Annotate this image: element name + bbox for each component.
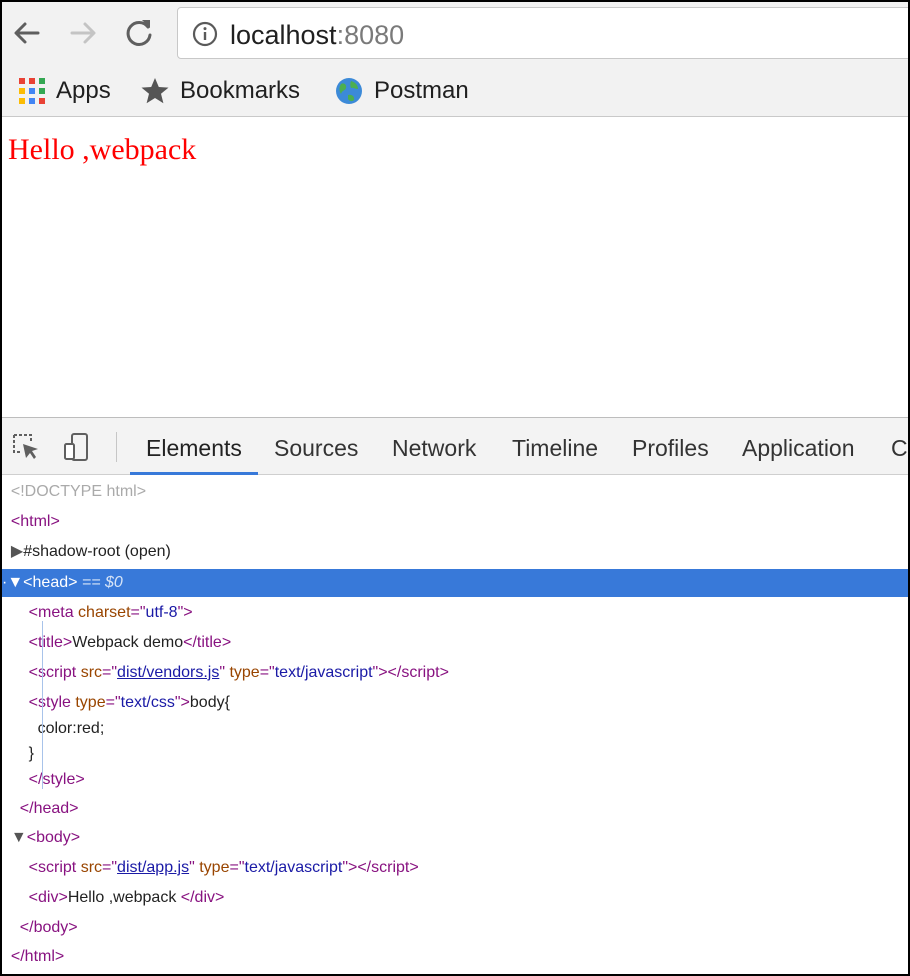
collapse-triangle-icon[interactable]: ▼	[11, 829, 27, 846]
dom-node-html-close[interactable]: </html>	[2, 943, 908, 971]
bookmark-label: Bookmarks	[180, 77, 301, 104]
dom-node-title[interactable]: <title>Webpack demo</title>	[2, 629, 908, 657]
url-host: localhost	[230, 20, 337, 50]
style-content-line: }	[28, 745, 35, 762]
inspect-element-icon[interactable]	[11, 432, 41, 462]
dom-node-head-close[interactable]: </head>	[2, 795, 908, 823]
reload-button[interactable]	[122, 16, 156, 50]
style-content-line: color:red;	[37, 720, 105, 737]
globe-icon	[336, 78, 362, 104]
browser-window: localhost:8080 Apps Bookmarks Postman He…	[0, 0, 910, 976]
tab-application[interactable]: Application	[742, 418, 855, 474]
bookmark-postman[interactable]: Postman	[334, 76, 469, 106]
expand-triangle-icon[interactable]: ▶	[11, 543, 23, 560]
dom-node-style[interactable]: <style type="text/css">body{	[2, 689, 908, 717]
browser-toolbar: localhost:8080	[2, 2, 908, 68]
tab-timeline[interactable]: Timeline	[512, 418, 598, 474]
tab-console-truncated[interactable]: C	[891, 418, 908, 474]
bookmark-label: Postman	[374, 77, 469, 104]
apps-grid-icon	[19, 78, 45, 104]
dom-node-meta[interactable]: <meta charset="utf-8">	[2, 599, 908, 627]
toolbar-separator	[116, 432, 117, 462]
tab-network[interactable]: Network	[392, 418, 476, 474]
dom-node-shadow-root[interactable]: ▶#shadow-root (open)	[2, 538, 908, 566]
dom-node-script-app[interactable]: <script src="dist/app.js" type="text/jav…	[2, 854, 908, 882]
bookmark-apps[interactable]: Apps	[18, 76, 111, 106]
script-src-link[interactable]: dist/vendors.js	[117, 664, 219, 681]
arrow-left-icon	[14, 22, 40, 44]
back-button[interactable]	[10, 16, 44, 50]
script-src-link[interactable]: dist/app.js	[117, 859, 189, 876]
devtools-tabbar: Elements Sources Network Timeline Profil…	[2, 418, 908, 475]
dom-node-div[interactable]: <div>Hello ,webpack </div>	[2, 884, 908, 912]
forward-button[interactable]	[66, 16, 100, 50]
bookmark-label: Apps	[56, 77, 111, 104]
dom-node-body-close[interactable]: </body>	[2, 914, 908, 942]
reload-icon	[126, 20, 152, 46]
page-viewport: Hello ,webpack	[2, 117, 908, 417]
dom-node-script-vendors[interactable]: <script src="dist/vendors.js" type="text…	[2, 659, 908, 687]
tab-profiles[interactable]: Profiles	[632, 418, 709, 474]
info-icon[interactable]	[192, 21, 218, 47]
dom-node-body[interactable]: ▼<body>	[2, 824, 908, 852]
dom-node-html[interactable]: <html>	[2, 508, 908, 536]
bookmark-bookmarks[interactable]: Bookmarks	[140, 76, 300, 106]
indent-guide	[42, 621, 43, 789]
arrow-right-icon	[70, 22, 96, 44]
tab-elements[interactable]: Elements	[130, 418, 258, 475]
page-hello-text: Hello ,webpack	[8, 133, 197, 166]
dom-node-doctype[interactable]: <!DOCTYPE html>	[2, 478, 908, 506]
dom-node-style-close[interactable]: </style>	[2, 766, 908, 794]
star-icon	[141, 78, 169, 104]
url-text[interactable]: localhost:8080	[230, 20, 404, 50]
url-port: :8080	[336, 20, 405, 50]
address-bar[interactable]: localhost:8080	[177, 7, 908, 59]
tab-sources[interactable]: Sources	[274, 418, 358, 474]
bookmarks-bar: Apps Bookmarks Postman	[2, 68, 908, 117]
device-toolbar-icon[interactable]	[62, 432, 92, 462]
dom-node-head-selected[interactable]: ·▼<head> == $0	[2, 569, 908, 597]
